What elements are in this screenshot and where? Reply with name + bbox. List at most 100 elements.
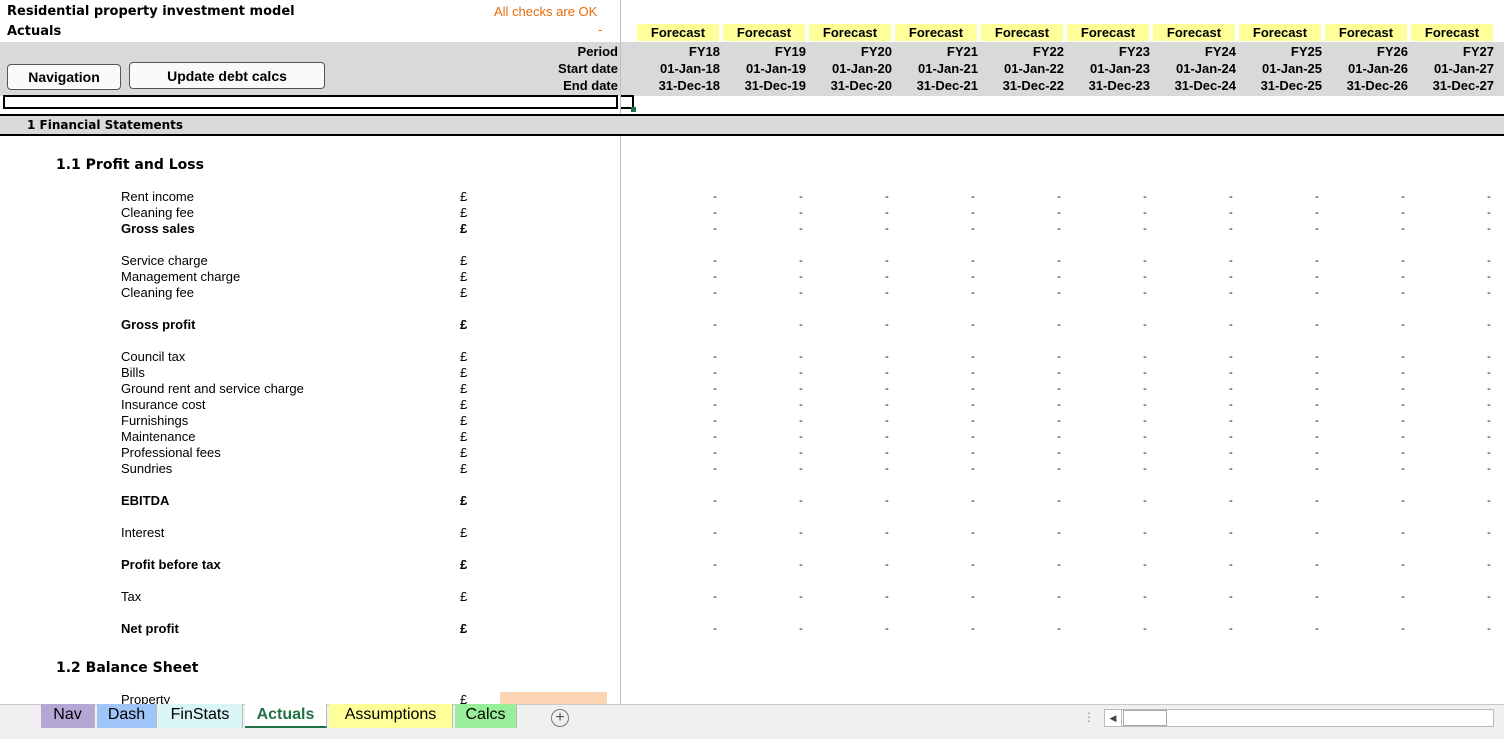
- tab-finstats[interactable]: FinStats: [158, 704, 243, 728]
- row-value[interactable]: -: [1484, 525, 1494, 541]
- row-value[interactable]: -: [1398, 365, 1408, 381]
- row-value[interactable]: -: [710, 221, 720, 237]
- fill-handle[interactable]: [631, 107, 636, 112]
- row-value[interactable]: -: [1054, 381, 1064, 397]
- navigation-button[interactable]: Navigation: [7, 64, 121, 90]
- row-value[interactable]: -: [968, 317, 978, 333]
- row-value[interactable]: -: [796, 397, 806, 413]
- row-value[interactable]: -: [710, 253, 720, 269]
- row-value[interactable]: -: [1484, 429, 1494, 445]
- row-value[interactable]: -: [1140, 381, 1150, 397]
- row-value[interactable]: -: [1140, 397, 1150, 413]
- row-value[interactable]: -: [882, 269, 892, 285]
- row-value[interactable]: -: [1140, 413, 1150, 429]
- row-value[interactable]: -: [1484, 349, 1494, 365]
- row-value[interactable]: -: [968, 397, 978, 413]
- row-value[interactable]: -: [1140, 269, 1150, 285]
- row-value[interactable]: -: [882, 253, 892, 269]
- row-value[interactable]: -: [1484, 205, 1494, 221]
- row-value[interactable]: -: [710, 285, 720, 301]
- row-value[interactable]: -: [796, 493, 806, 509]
- row-value[interactable]: -: [1140, 285, 1150, 301]
- row-value[interactable]: -: [1312, 461, 1322, 477]
- row-value[interactable]: -: [710, 269, 720, 285]
- tab-calcs[interactable]: Calcs: [455, 704, 517, 728]
- row-value[interactable]: -: [710, 493, 720, 509]
- row-value[interactable]: -: [968, 205, 978, 221]
- row-value[interactable]: -: [968, 413, 978, 429]
- row-value[interactable]: -: [1312, 221, 1322, 237]
- row-value[interactable]: -: [1054, 317, 1064, 333]
- row-value[interactable]: -: [710, 461, 720, 477]
- row-value[interactable]: -: [1054, 413, 1064, 429]
- row-value[interactable]: -: [1398, 205, 1408, 221]
- update-debt-calcs-button[interactable]: Update debt calcs: [129, 62, 325, 89]
- row-value[interactable]: -: [968, 349, 978, 365]
- row-value[interactable]: -: [1054, 525, 1064, 541]
- row-value[interactable]: -: [796, 429, 806, 445]
- row-value[interactable]: -: [1226, 493, 1236, 509]
- row-value[interactable]: -: [1140, 461, 1150, 477]
- row-value[interactable]: -: [710, 189, 720, 205]
- row-value[interactable]: -: [796, 413, 806, 429]
- row-value[interactable]: -: [1226, 269, 1236, 285]
- row-value[interactable]: -: [882, 397, 892, 413]
- row-value[interactable]: -: [1312, 381, 1322, 397]
- row-value[interactable]: -: [796, 253, 806, 269]
- row-value[interactable]: -: [796, 189, 806, 205]
- row-value[interactable]: -: [1140, 493, 1150, 509]
- row-value[interactable]: -: [1312, 397, 1322, 413]
- row-value[interactable]: -: [968, 221, 978, 237]
- row-value[interactable]: -: [1226, 205, 1236, 221]
- row-value[interactable]: -: [1140, 205, 1150, 221]
- row-value[interactable]: -: [1054, 397, 1064, 413]
- row-value[interactable]: -: [882, 381, 892, 397]
- row-value[interactable]: -: [882, 349, 892, 365]
- row-value[interactable]: -: [1484, 285, 1494, 301]
- row-value[interactable]: -: [710, 349, 720, 365]
- row-value[interactable]: -: [1312, 413, 1322, 429]
- row-value[interactable]: -: [1398, 317, 1408, 333]
- row-value[interactable]: -: [1140, 221, 1150, 237]
- row-value[interactable]: -: [1398, 285, 1408, 301]
- row-value[interactable]: -: [1398, 589, 1408, 605]
- selected-row[interactable]: [3, 95, 618, 109]
- row-value[interactable]: -: [1312, 349, 1322, 365]
- row-value[interactable]: -: [1484, 493, 1494, 509]
- row-value[interactable]: -: [1140, 365, 1150, 381]
- row-value[interactable]: -: [1054, 221, 1064, 237]
- row-value[interactable]: -: [1226, 429, 1236, 445]
- row-value[interactable]: -: [882, 189, 892, 205]
- row-value[interactable]: -: [1484, 557, 1494, 573]
- row-value[interactable]: -: [968, 253, 978, 269]
- row-value[interactable]: -: [1054, 365, 1064, 381]
- row-value[interactable]: -: [710, 365, 720, 381]
- row-value[interactable]: -: [882, 429, 892, 445]
- row-value[interactable]: -: [796, 221, 806, 237]
- row-value[interactable]: -: [968, 189, 978, 205]
- row-value[interactable]: -: [968, 589, 978, 605]
- row-value[interactable]: -: [1226, 285, 1236, 301]
- row-value[interactable]: -: [882, 317, 892, 333]
- row-value[interactable]: -: [1398, 429, 1408, 445]
- row-value[interactable]: -: [1140, 589, 1150, 605]
- row-value[interactable]: -: [882, 221, 892, 237]
- row-value[interactable]: -: [1226, 317, 1236, 333]
- tab-assumptions[interactable]: Assumptions: [329, 704, 453, 728]
- row-value[interactable]: -: [1398, 253, 1408, 269]
- row-value[interactable]: -: [1484, 221, 1494, 237]
- row-value[interactable]: -: [710, 205, 720, 221]
- row-value[interactable]: -: [1398, 189, 1408, 205]
- row-value[interactable]: -: [1226, 557, 1236, 573]
- row-value[interactable]: -: [1226, 413, 1236, 429]
- row-value[interactable]: -: [1398, 461, 1408, 477]
- row-value[interactable]: -: [1312, 253, 1322, 269]
- row-value[interactable]: -: [1312, 285, 1322, 301]
- row-value[interactable]: -: [1312, 589, 1322, 605]
- row-value[interactable]: -: [1484, 381, 1494, 397]
- tab-actuals[interactable]: Actuals: [245, 704, 327, 728]
- row-value[interactable]: -: [1398, 269, 1408, 285]
- row-value[interactable]: -: [796, 365, 806, 381]
- row-value[interactable]: -: [1140, 557, 1150, 573]
- row-value[interactable]: -: [1054, 589, 1064, 605]
